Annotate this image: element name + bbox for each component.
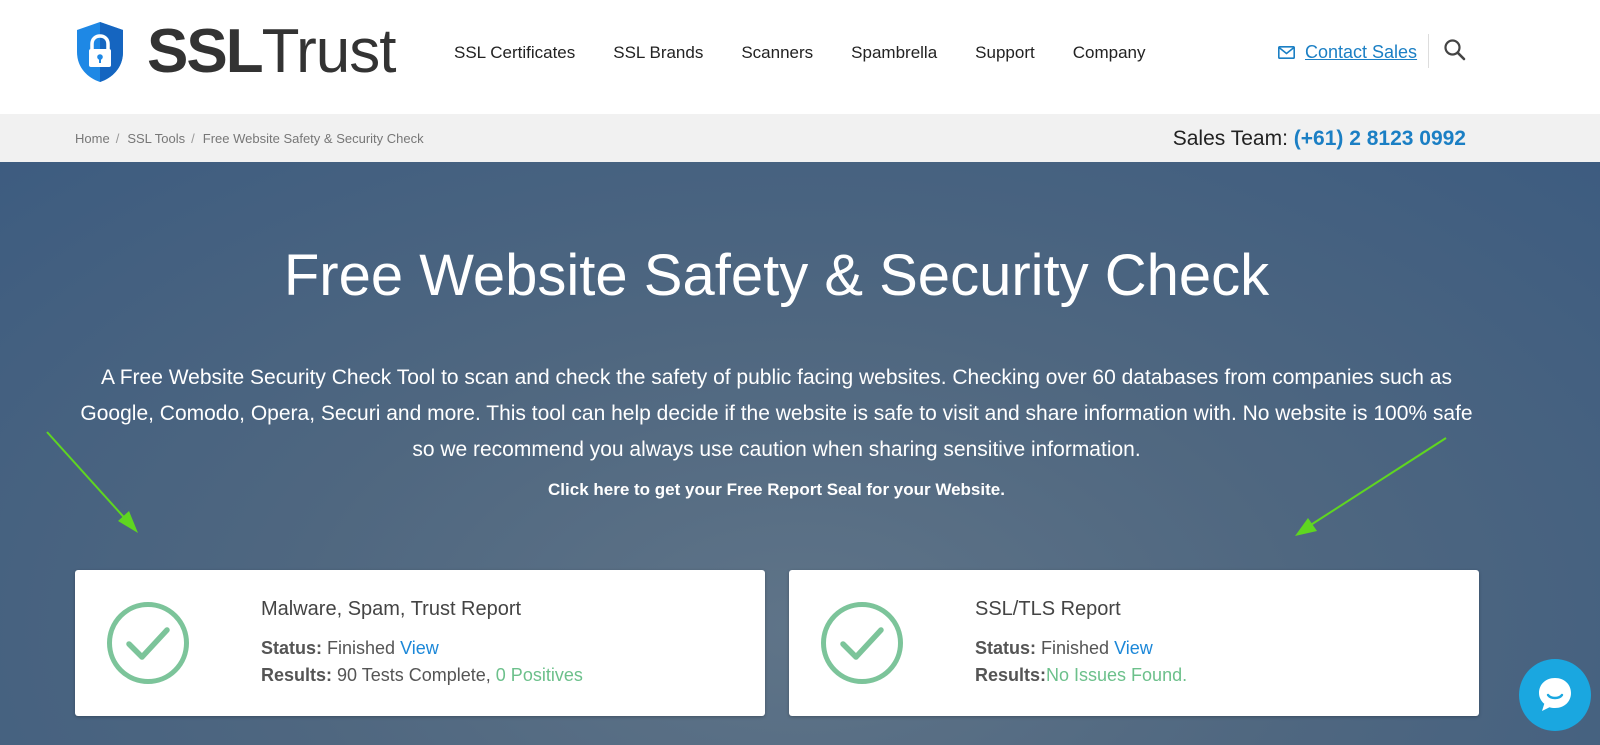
results-line: Results: 90 Tests Complete, 0 Positives	[261, 665, 583, 686]
sales-team: Sales Team: (+61) 2 8123 0992	[1173, 127, 1466, 151]
live-chat-button[interactable]	[1519, 659, 1591, 731]
breadcrumb-separator: /	[191, 131, 195, 146]
logo-ssl-text: SSL	[147, 17, 264, 86]
hero-description: A Free Website Security Check Tool to sc…	[80, 366, 1473, 461]
page-title: Free Website Safety & Security Check	[283, 243, 1270, 308]
view-link[interactable]: View	[1114, 638, 1153, 658]
shield-lock-icon	[77, 22, 123, 82]
sales-team-label: Sales Team:	[1172, 127, 1288, 150]
view-link[interactable]: View	[400, 638, 439, 658]
nav-ssl-brands[interactable]: SSL Brands	[613, 43, 703, 63]
breadcrumb-bar: Home / SSL Tools / Free Website Safety & Sec…	[0, 114, 1600, 162]
contact-sales-link[interactable]: Contact Sales	[1278, 42, 1417, 63]
logo-trust-text: Trust	[261, 17, 397, 86]
annotation-arrow-left	[46, 431, 138, 533]
results-highlight: 0 Positives	[495, 665, 583, 685]
envelope-icon	[1278, 46, 1295, 59]
results-line: Results:No Issues Found.	[975, 665, 1187, 686]
breadcrumb: Home / SSL Tools / Free Website Safety & Sec…	[75, 131, 424, 146]
results-highlight: No Issues Found.	[1046, 665, 1188, 685]
nav-support[interactable]: Support	[975, 43, 1035, 63]
header-divider	[1428, 34, 1429, 68]
card-title: SSL/TLS Report	[975, 598, 1121, 620]
results-value: 90 Tests Complete,	[337, 665, 491, 685]
logo-wordmark: SSLTrust	[147, 17, 397, 86]
breadcrumb-ssl-tools[interactable]: SSL Tools	[127, 131, 185, 146]
check-circle-icon	[821, 602, 903, 684]
hero-section: Free Website Safety & Security Check A F…	[0, 162, 1600, 745]
ssltrust-logo[interactable]: SSLTrust	[75, 17, 397, 86]
breadcrumb-current: Free Website Safety & Security Check	[202, 131, 424, 146]
status-value: Finished	[1041, 638, 1110, 658]
search-icon	[1444, 39, 1466, 61]
contact-sales-label: Contact Sales	[1305, 42, 1418, 62]
annotation-arrow-right	[1295, 437, 1447, 536]
site-header: SSLTrust SSL Certificates SSL Brands Sca…	[0, 0, 1600, 114]
sales-phone-link[interactable]: (+61) 2 8123 0992	[1294, 127, 1466, 150]
nav-spambrella[interactable]: Spambrella	[851, 43, 937, 63]
nav-ssl-certificates[interactable]: SSL Certificates	[454, 43, 575, 63]
status-line: Status: Finished View	[261, 638, 439, 659]
status-value: Finished	[327, 638, 396, 658]
malware-report-card: Malware, Spam, Trust Report Status: Fini…	[75, 570, 765, 716]
status-label: Status:	[261, 638, 323, 658]
main-nav: SSL Certificates SSL Brands Scanners Spa…	[454, 43, 1183, 63]
breadcrumb-separator: /	[115, 131, 120, 146]
results-label: Results:	[261, 665, 333, 685]
chat-bubble-icon	[1539, 678, 1571, 711]
breadcrumb-home[interactable]: Home	[75, 131, 110, 146]
check-circle-icon	[107, 602, 189, 684]
results-label: Results:	[975, 665, 1047, 685]
search-button[interactable]	[1443, 38, 1469, 64]
card-title: Malware, Spam, Trust Report	[261, 598, 522, 620]
status-label: Status:	[975, 638, 1037, 658]
nav-company[interactable]: Company	[1073, 43, 1146, 63]
ssl-tls-report-card: SSL/TLS Report Status: Finished View Res…	[789, 570, 1479, 716]
nav-scanners[interactable]: Scanners	[741, 43, 813, 63]
status-line: Status: Finished View	[975, 638, 1153, 659]
